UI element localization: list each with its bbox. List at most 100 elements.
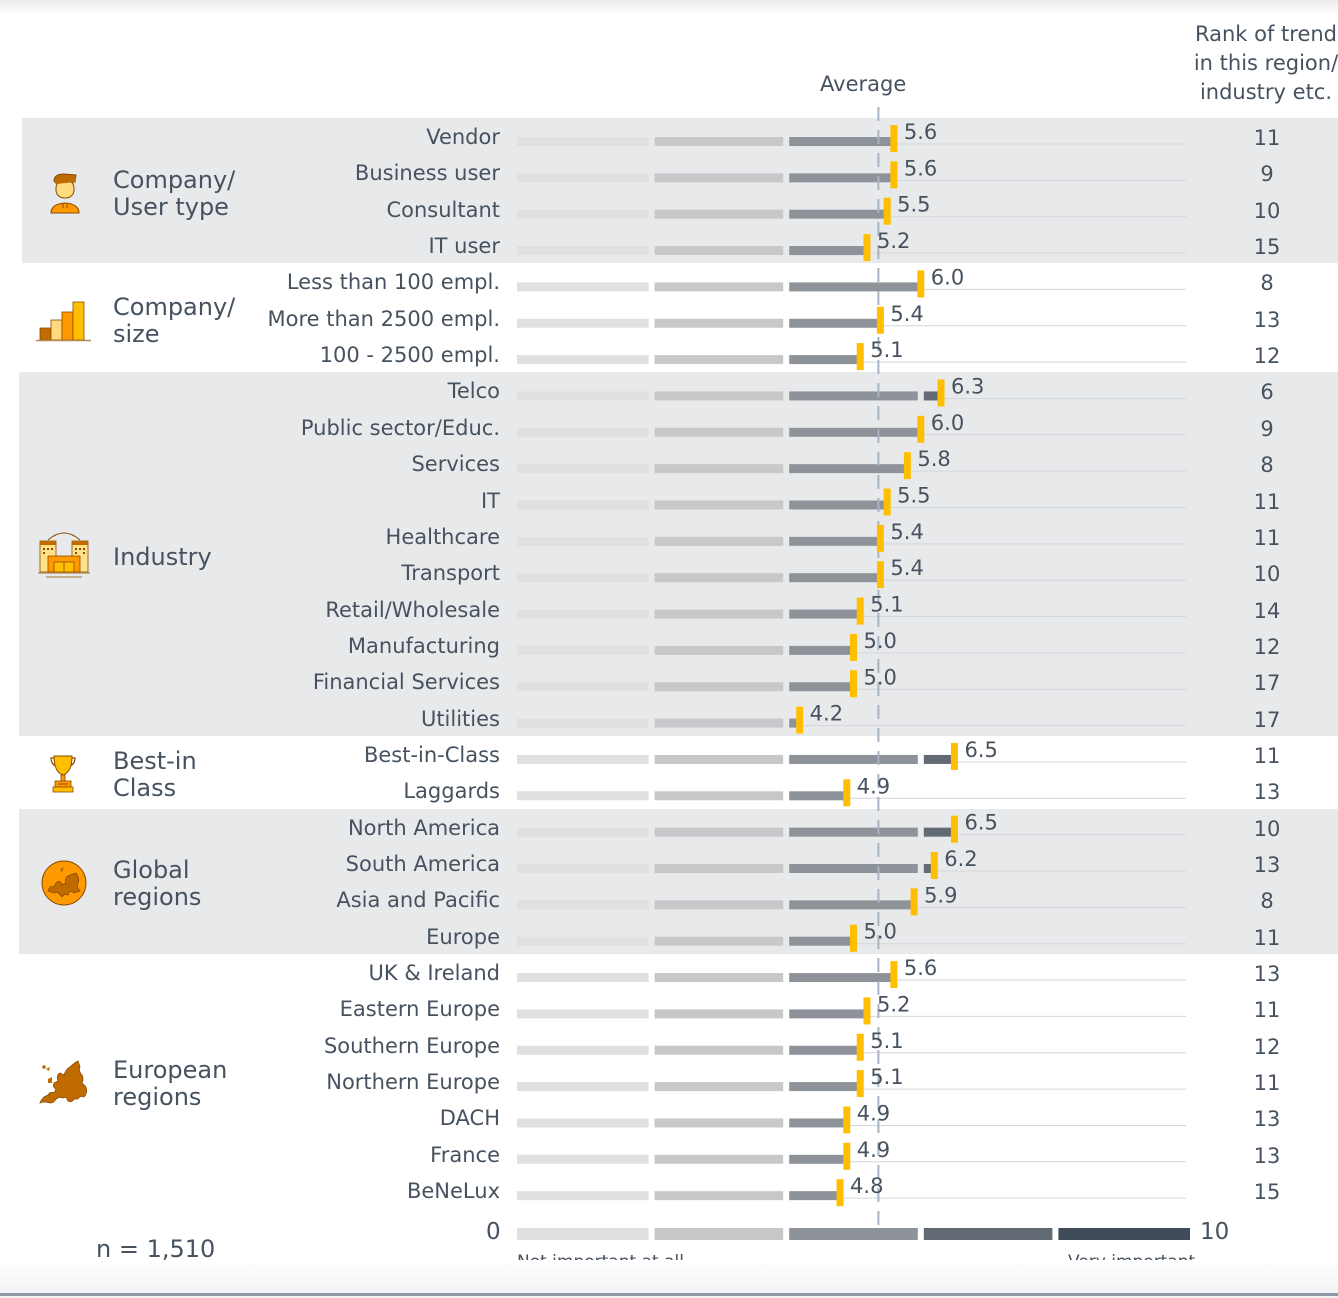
value-label: 4.9: [857, 1138, 890, 1162]
bar-segment: [789, 500, 888, 510]
value-marker: [876, 306, 884, 334]
value-label: 5.6: [904, 120, 937, 144]
value-label: 6.5: [964, 738, 997, 762]
value-label: 5.2: [877, 229, 910, 253]
bar-segment: [654, 500, 784, 510]
bar-segment: [654, 682, 784, 692]
value-label: 5.5: [897, 193, 930, 217]
value-label: 6.2: [944, 847, 977, 871]
bar-segment: [789, 900, 915, 910]
value-label: 5.4: [890, 520, 923, 544]
sample-size: n = 1,510: [96, 1235, 216, 1263]
bar-segment: [789, 391, 918, 401]
value-marker: [876, 561, 884, 589]
value-label: 5.1: [870, 338, 903, 362]
scale-segment: [654, 1228, 784, 1240]
bar-segment: [654, 609, 784, 619]
bar-segment: [789, 282, 918, 292]
value-label: 5.4: [890, 556, 923, 580]
bar-segment: [789, 573, 881, 583]
bar-segment: [517, 391, 649, 401]
bar-segment: [654, 355, 784, 365]
bottom-border: [0, 1293, 1338, 1296]
value-marker: [863, 234, 871, 262]
value-label: 4.9: [857, 774, 890, 798]
bar-segment: [654, 1154, 784, 1164]
value-marker: [910, 888, 918, 916]
bar-segment: [517, 1009, 649, 1019]
value-label: 6.3: [951, 374, 984, 398]
value-label: 6.0: [931, 265, 964, 289]
bar-segment: [517, 246, 649, 256]
value-marker: [836, 1179, 844, 1207]
bar-segment: [654, 1118, 784, 1128]
bar-segment: [517, 1154, 649, 1164]
bar-segment: [789, 1118, 847, 1128]
value-marker: [890, 161, 898, 189]
bar-segment: [789, 1154, 847, 1164]
value-marker: [850, 670, 857, 698]
value-marker: [937, 379, 945, 407]
bar-segment: [517, 536, 649, 546]
bar-segment: [654, 464, 784, 474]
value-marker: [843, 779, 851, 807]
value-label: 5.0: [864, 920, 897, 944]
value-marker: [917, 270, 925, 298]
value-label: 4.9: [857, 1101, 890, 1125]
bar-segment: [789, 936, 854, 946]
bar-segment: [517, 464, 649, 474]
bar-segment: [517, 791, 649, 801]
value-label: 5.1: [870, 593, 903, 617]
value-marker: [856, 1070, 864, 1098]
bar-segment: [654, 209, 784, 219]
value-label: 5.0: [864, 629, 897, 653]
value-label: 5.6: [904, 956, 937, 980]
bar-segment: [654, 173, 784, 183]
chart-area: 5.6 5.6 5.5 5.2 6.0 5.4 5.1 6.3 6.0 5.8 5.5 5.4 5.4 5…: [517, 107, 1190, 1240]
value-marker: [917, 415, 925, 443]
value-label: 5.0: [864, 665, 897, 689]
bar-segment: [654, 791, 784, 801]
value-marker: [883, 197, 891, 225]
value-marker: [950, 742, 958, 770]
bar-segment: [517, 1191, 649, 1201]
value-marker: [850, 924, 857, 952]
bar-segment: [789, 1191, 841, 1201]
bar-segment: [517, 973, 649, 983]
bar-segment: [517, 864, 649, 873]
bar-segment: [654, 573, 784, 583]
bar-segment: [517, 682, 649, 692]
value-label: 6.5: [964, 811, 997, 835]
value-marker: [950, 815, 958, 843]
bar-segment: [654, 936, 784, 946]
bar-segment: [789, 427, 918, 437]
bar-segment: [654, 754, 784, 764]
bar-segment: [654, 1191, 784, 1201]
bar-segment: [789, 973, 894, 983]
bar-segment: [789, 754, 918, 764]
bar-segment: [789, 864, 918, 873]
bar-segment: [517, 282, 649, 292]
value-marker: [850, 633, 857, 661]
bar-segment: [517, 355, 649, 365]
bar-segment: [654, 536, 784, 546]
value-label: 5.2: [877, 992, 910, 1016]
value-marker: [843, 1142, 851, 1170]
bar-segment: [654, 718, 784, 728]
value-marker: [903, 452, 911, 480]
bar-segment: [654, 1009, 784, 1019]
bar-segment: [517, 500, 649, 510]
bar-segment: [654, 973, 784, 983]
bar-segment: [517, 137, 649, 146]
bar-segment: [789, 209, 888, 219]
bar-segment: [654, 900, 784, 910]
bar-segment: [517, 827, 649, 837]
bar-segment: [923, 827, 955, 837]
value-label: 5.4: [890, 302, 923, 326]
value-marker: [863, 997, 871, 1025]
value-label: 4.8: [850, 1174, 883, 1198]
bar-segment: [654, 137, 784, 146]
value-marker: [856, 343, 864, 371]
bar-segment: [789, 355, 861, 365]
value-label: 5.5: [897, 484, 930, 508]
